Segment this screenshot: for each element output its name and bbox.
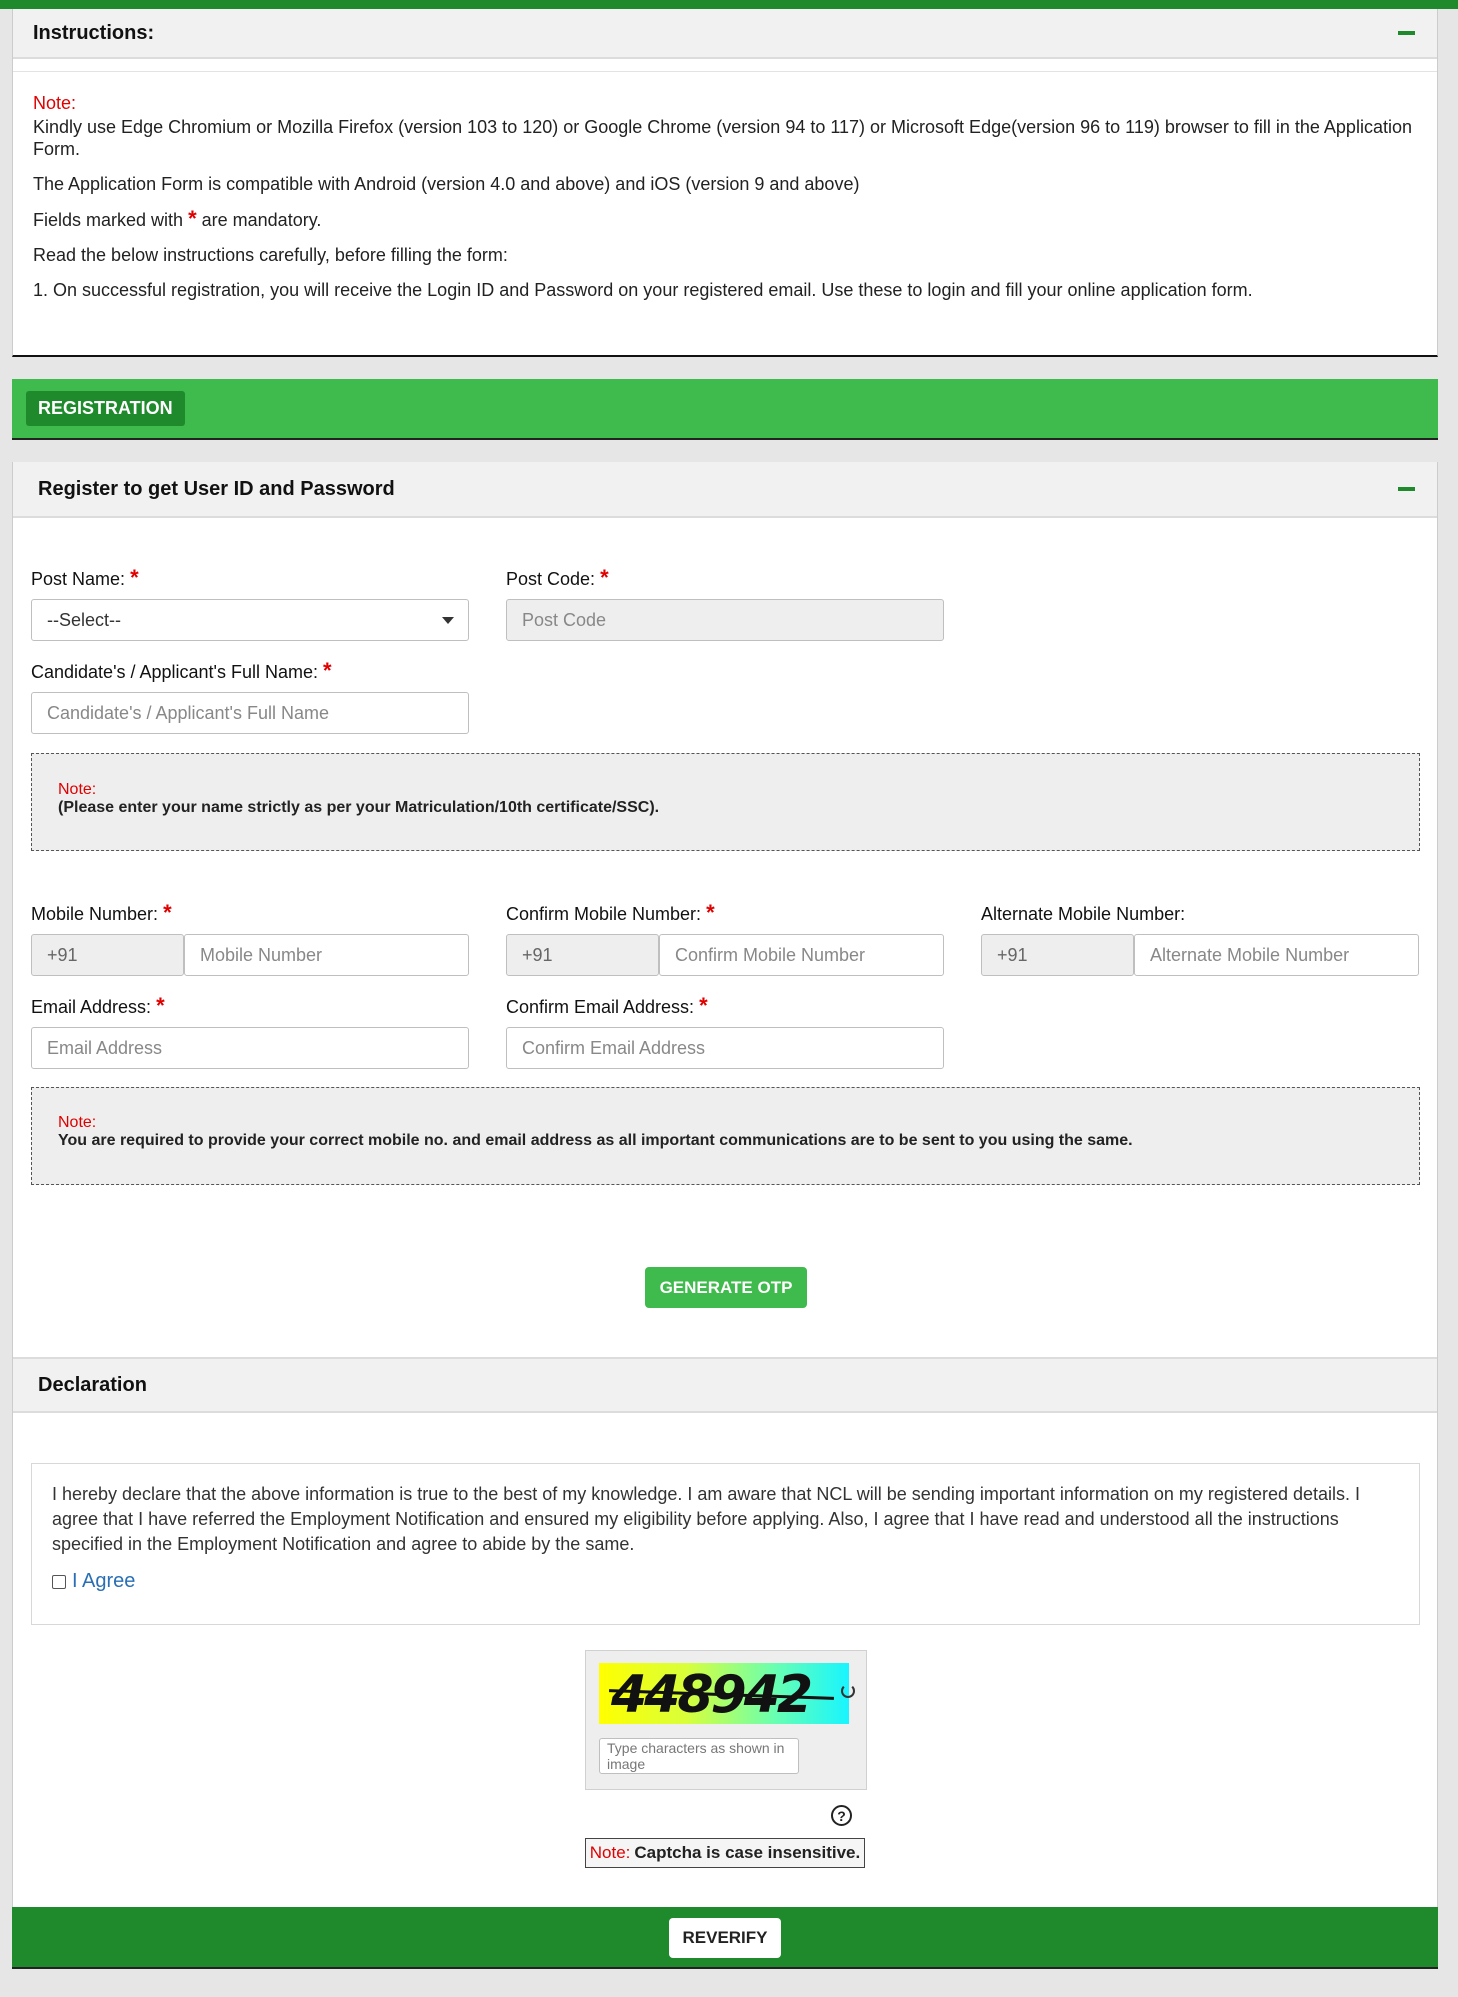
declaration-panel: Declaration I hereby declare that the ab…: [12, 1357, 1438, 1907]
read-instructions-text: Read the below instructions carefully, b…: [33, 245, 508, 265]
mobile-label: Mobile Number: *: [31, 900, 172, 925]
confirm-mobile-input[interactable]: Confirm Mobile Number: [659, 934, 944, 976]
required-star: *: [188, 206, 197, 231]
mandatory-fields-text: Fields marked with * are mandatory.: [33, 206, 322, 231]
mobile-prefix: +91: [31, 934, 184, 976]
post-code-input: Post Code: [506, 599, 944, 641]
captcha-input[interactable]: Type characters as shown in image: [599, 1738, 799, 1774]
alt-mobile-prefix: +91: [981, 934, 1134, 976]
confirm-mobile-label: Confirm Mobile Number: *: [506, 900, 715, 925]
register-title: Register to get User ID and Password: [38, 477, 395, 500]
post-code-label: Post Code: *: [506, 565, 609, 590]
alt-mobile-label: Alternate Mobile Number:: [981, 904, 1186, 924]
full-name-label: Candidate's / Applicant's Full Name: *: [31, 658, 332, 683]
agree-label[interactable]: I Agree: [72, 1569, 135, 1594]
contact-note-box: Note: You are required to provide your c…: [31, 1087, 1420, 1185]
reverify-button[interactable]: REVERIFY: [669, 1918, 781, 1958]
declaration-title: Declaration: [38, 1373, 147, 1396]
full-name-input[interactable]: Candidate's / Applicant's Full Name: [31, 692, 469, 734]
instructions-body: Note: Kindly use Edge Chromium or Mozill…: [13, 71, 1437, 314]
agree-row: I Agree: [52, 1569, 1399, 1594]
post-name-select[interactable]: --Select--: [31, 599, 469, 641]
top-accent-bar: [0, 0, 1458, 9]
collapse-minus-icon[interactable]: [1398, 487, 1415, 491]
declaration-header: Declaration: [13, 1357, 1437, 1413]
help-icon[interactable]: ?: [831, 1805, 852, 1826]
browser-compat-text: Kindly use Edge Chromium or Mozilla Fire…: [33, 117, 1412, 159]
email-input[interactable]: Email Address: [31, 1027, 469, 1069]
instruction-item-1: 1. On successful registration, you will …: [33, 280, 1253, 300]
generate-otp-button[interactable]: GENERATE OTP: [645, 1267, 807, 1308]
agree-checkbox[interactable]: [52, 1574, 66, 1589]
declaration-box: I hereby declare that the above informat…: [31, 1463, 1420, 1625]
instructions-note-label: Note:: [33, 93, 77, 113]
declaration-text: I hereby declare that the above informat…: [52, 1484, 1361, 1554]
chevron-down-icon: [442, 617, 454, 624]
captcha-note: Note: Captcha is case insensitive.: [585, 1838, 865, 1868]
device-compat-text: The Application Form is compatible with …: [33, 174, 860, 194]
post-name-label: Post Name: *: [31, 565, 139, 590]
confirm-email-label: Confirm Email Address: *: [506, 993, 708, 1018]
alt-mobile-input[interactable]: Alternate Mobile Number: [1134, 934, 1419, 976]
captcha-image: 448942: [599, 1663, 849, 1724]
register-header[interactable]: Register to get User ID and Password: [13, 462, 1437, 518]
instructions-header[interactable]: Instructions:: [13, 9, 1437, 59]
refresh-icon[interactable]: [841, 1684, 855, 1698]
email-label: Email Address: *: [31, 993, 165, 1018]
collapse-minus-icon[interactable]: [1398, 31, 1415, 35]
registration-bar: REGISTRATION: [12, 379, 1438, 440]
mobile-input[interactable]: Mobile Number: [184, 934, 469, 976]
confirm-mobile-prefix: +91: [506, 934, 659, 976]
instructions-panel: Instructions: Note: Kindly use Edge Chro…: [12, 9, 1438, 357]
footer-action-bar: REVERIFY: [12, 1907, 1438, 1969]
registration-badge: REGISTRATION: [26, 391, 185, 426]
captcha-box: 448942 Type characters as shown in image: [585, 1650, 867, 1790]
instructions-title: Instructions:: [33, 21, 155, 44]
name-note-box: Note: (Please enter your name strictly a…: [31, 753, 1420, 851]
register-panel: Register to get User ID and Password Pos…: [12, 462, 1438, 1357]
confirm-email-input[interactable]: Confirm Email Address: [506, 1027, 944, 1069]
